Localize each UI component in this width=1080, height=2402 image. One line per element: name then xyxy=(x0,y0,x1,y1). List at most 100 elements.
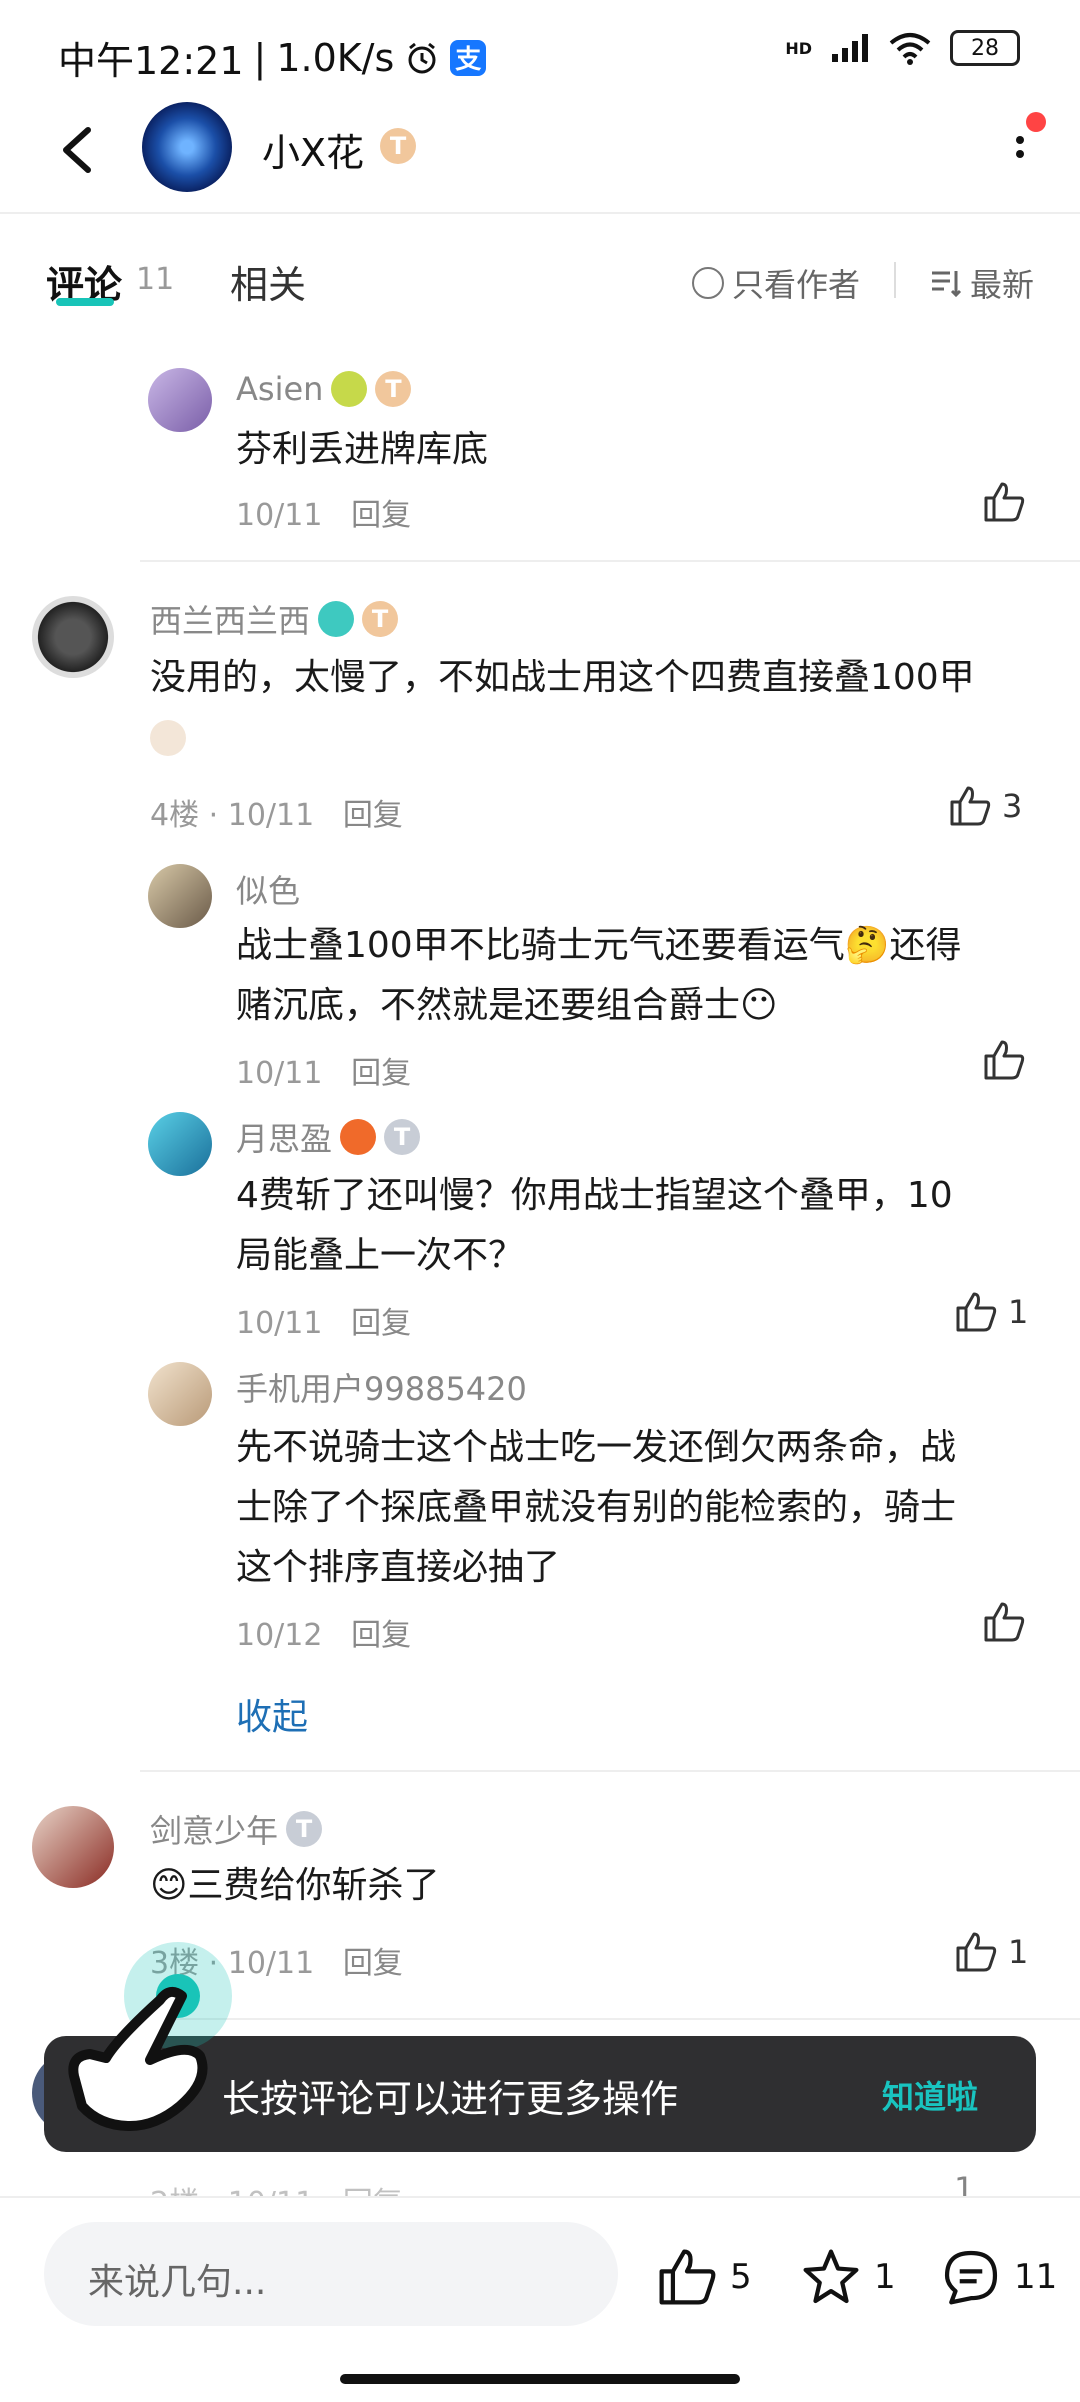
comment-text[interactable]: 没用的，太慢了，不如战士用这个四费直接叠100甲 xyxy=(150,648,975,708)
thumbs-up-icon xyxy=(984,1040,1025,1080)
comment-count: 11 xyxy=(1014,2257,1058,2297)
status-separator: | xyxy=(253,35,267,80)
favorite-count: 1 xyxy=(874,2257,896,2297)
comment-username[interactable]: 似色 xyxy=(236,866,300,912)
comment-text[interactable]: 😊三费给你斩杀了 xyxy=(150,1856,440,1916)
like-post-button[interactable]: 5 xyxy=(656,2246,752,2308)
comment-divider xyxy=(140,1770,1080,1772)
emoji-badge-icon xyxy=(331,371,368,407)
comment-text[interactable]: 先不说骑士这个战士吃一发还倒欠两条命，战 士除了个探底叠甲就没有别的能检索的，骑… xyxy=(236,1418,956,1598)
thumbs-up-icon xyxy=(659,2249,716,2305)
comment-date: 10/11 xyxy=(236,498,323,533)
avatar[interactable] xyxy=(32,1806,114,1888)
tip-dismiss-button[interactable]: 知道啦 xyxy=(882,2072,978,2118)
post-like-count: 5 xyxy=(730,2257,752,2297)
favorite-button[interactable]: 1 xyxy=(800,2246,896,2308)
reply-button[interactable]: 回复 xyxy=(351,1056,411,1091)
like-count: 1 xyxy=(1008,1933,1029,1971)
hd-label: HD xyxy=(785,38,812,58)
level-badge: T xyxy=(375,371,412,407)
tab-related[interactable]: 相关 xyxy=(230,254,306,309)
comment-date: 10/12 xyxy=(236,1618,323,1653)
avatar[interactable] xyxy=(148,864,212,928)
like-button[interactable]: 1 xyxy=(954,1930,1028,1974)
sort-label: 最新 xyxy=(970,266,1035,304)
sort-icon xyxy=(932,271,962,298)
comments-button[interactable]: 11 xyxy=(940,2246,1057,2308)
comment-text[interactable]: 4费斩了还叫慢？你用战士指望这个叠甲，10 局能叠上一次不？ xyxy=(236,1166,953,1286)
author-level-badge: T xyxy=(380,128,416,164)
rabbit-badge-icon xyxy=(318,601,355,637)
status-network-speed: 1.0K/s xyxy=(276,35,395,80)
floor-number: 4楼 xyxy=(150,798,200,833)
cat-emoji-icon xyxy=(150,720,186,756)
comment-meta: 4楼 · 10/11 回复 xyxy=(150,798,403,833)
comment-text[interactable]: 芬利丢进牌库底 xyxy=(236,420,488,480)
comment-username[interactable]: 手机用户99885420 xyxy=(236,1364,527,1410)
comment-meta: 10/11 回复 xyxy=(236,1298,411,1342)
thumbs-up-icon xyxy=(956,1292,997,1332)
comment-meta: 10/12 回复 xyxy=(236,1610,411,1654)
comment-text[interactable]: 战士叠100甲不比骑士元气还要看运气🤔还得 赌沉底，不然就是还要组合爵士😶 xyxy=(236,916,962,1036)
avatar[interactable] xyxy=(148,1112,212,1176)
comment-meta: 10/11 回复 xyxy=(236,1048,411,1092)
comment-username[interactable]: 月思盈 T xyxy=(236,1114,421,1160)
tab-active-indicator xyxy=(56,298,114,306)
thumbs-up-icon xyxy=(984,1602,1025,1642)
wifi-icon xyxy=(889,33,931,65)
comment-date: 10/11 xyxy=(236,1306,323,1341)
like-button[interactable]: 3 xyxy=(948,784,1022,828)
comment-input-placeholder: 来说几句... xyxy=(88,2262,267,2303)
reply-button[interactable]: 回复 xyxy=(343,1946,403,1981)
comment-divider xyxy=(140,2018,1080,2020)
notification-dot xyxy=(1026,112,1046,132)
author-name[interactable]: 小X花 xyxy=(262,122,364,177)
like-button[interactable] xyxy=(982,1038,1026,1082)
reply-button[interactable]: 回复 xyxy=(343,798,403,833)
level-badge: T xyxy=(362,601,399,637)
signal-icon xyxy=(832,34,868,62)
collapse-replies-button[interactable]: 收起 xyxy=(236,1688,308,1740)
comment-username[interactable]: 剑意少年 T xyxy=(150,1806,323,1852)
avatar[interactable] xyxy=(148,368,212,432)
sort-filter[interactable]: 最新 xyxy=(930,260,1034,306)
like-button[interactable] xyxy=(982,1600,1026,1644)
home-indicator[interactable] xyxy=(340,2374,740,2384)
tip-text: 长按评论可以进行更多操作 xyxy=(222,2077,679,2121)
thumbs-up-icon xyxy=(950,786,991,826)
back-arrow-icon xyxy=(63,127,91,173)
level-badge: T xyxy=(286,1811,323,1847)
reply-button[interactable]: 回复 xyxy=(351,1306,411,1341)
tab-comments-count: 11 xyxy=(136,262,175,297)
comment-username[interactable]: Asien T xyxy=(236,370,412,408)
comment-date: 10/11 xyxy=(236,1056,323,1091)
author-avatar[interactable] xyxy=(142,102,232,192)
avatar[interactable] xyxy=(148,1362,212,1426)
avatar[interactable] xyxy=(32,596,114,678)
reply-button[interactable]: 回复 xyxy=(351,1618,411,1653)
like-count: 1 xyxy=(1008,1293,1029,1331)
comment-divider xyxy=(140,560,1080,562)
thumbs-up-icon xyxy=(984,482,1025,522)
star-icon xyxy=(803,2249,859,2304)
hand-tap-icon xyxy=(60,1930,250,2154)
like-button[interactable] xyxy=(982,480,1026,524)
game-badge-icon xyxy=(340,1119,377,1155)
radio-icon xyxy=(692,267,724,299)
like-count: 3 xyxy=(1002,787,1023,825)
filter-divider xyxy=(894,262,896,298)
only-author-label: 只看作者 xyxy=(732,266,861,304)
battery-icon: 28 xyxy=(950,30,1020,66)
thumbs-up-icon xyxy=(956,1932,997,1972)
back-button[interactable] xyxy=(50,120,110,180)
like-button[interactable]: 1 xyxy=(954,1290,1028,1334)
alipay-icon: 支 xyxy=(450,39,487,76)
header-divider xyxy=(0,212,1080,214)
status-bar-left: 中午12:21 | 1.0K/s 支 xyxy=(58,30,487,85)
comment-username[interactable]: 西兰西兰西 T xyxy=(150,596,399,642)
level-badge: T xyxy=(384,1119,421,1155)
only-author-filter[interactable]: 只看作者 xyxy=(692,260,860,306)
reply-button[interactable]: 回复 xyxy=(351,498,411,533)
status-bar-right: HD 28 xyxy=(785,30,1020,66)
comment-date: 10/11 xyxy=(227,798,315,833)
